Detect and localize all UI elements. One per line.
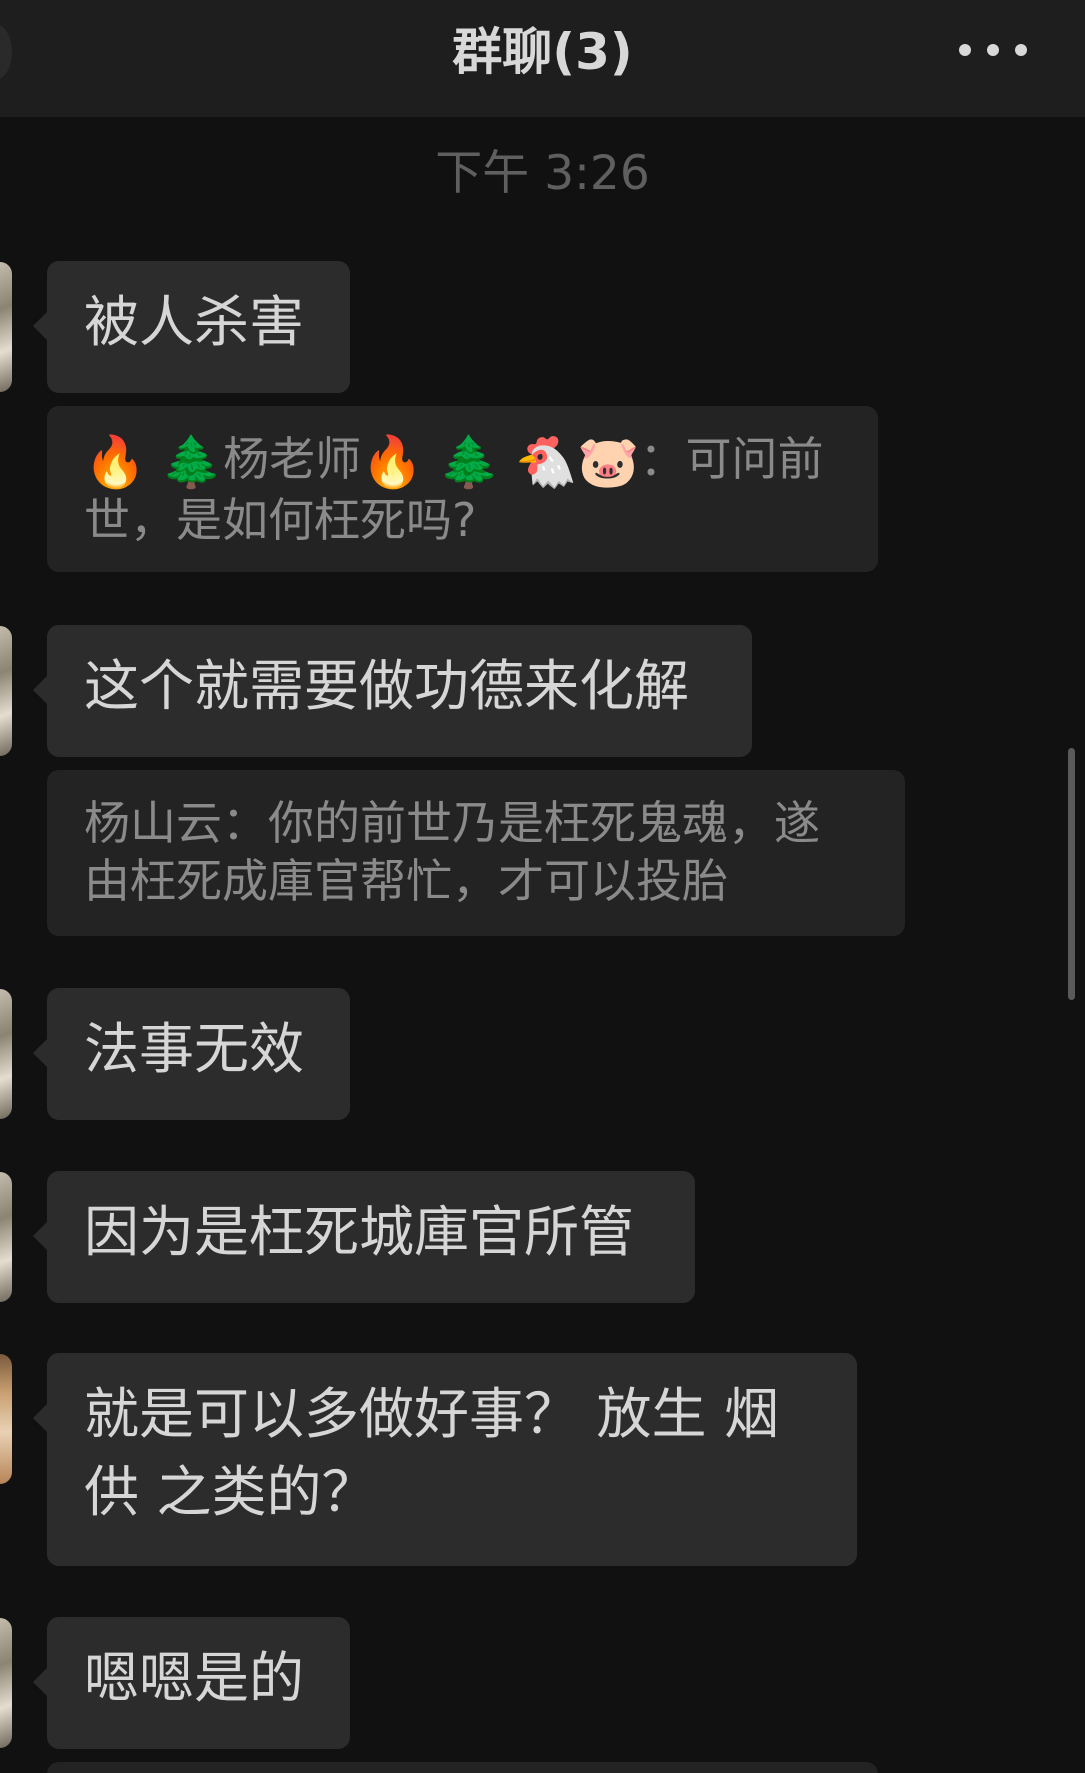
message-text: 这个就需要做功德来化解 [84, 654, 690, 718]
avatar[interactable] [0, 1172, 12, 1302]
avatar[interactable] [0, 626, 12, 756]
tree-emoji: 🌲 [438, 433, 501, 491]
message-bubble[interactable]: 因为是枉死城庫官所管 [33, 1171, 695, 1303]
tree-emoji: 🌲 [160, 433, 224, 491]
scrollbar[interactable] [1068, 748, 1075, 1000]
message-bubble[interactable]: 就是可以多做好事？ 放生 烟 供 之类的？ [33, 1353, 857, 1566]
message-text: 嗯嗯是的 [84, 1646, 305, 1710]
message-text-line-2: 供 之类的？ [84, 1460, 377, 1524]
message-text: 因为是枉死城庫官所管 [84, 1200, 635, 1264]
dot [987, 44, 999, 56]
message-bubble[interactable]: 法事无效 [33, 988, 350, 1120]
chat-screen: 群聊(3) 下午 3:26 被人杀害 🔥 🌲杨老师🔥 🌲 🐔🐷：可问前 世，是如… [0, 0, 1085, 1773]
quote-text: ：可问前 [639, 432, 824, 486]
message-text: 法事无效 [84, 1017, 305, 1081]
avatar[interactable] [0, 262, 12, 392]
dot [1015, 44, 1027, 56]
quote-line-1: 🔥 🌲杨老师🔥 🌲 🐔🐷：可问前 [84, 430, 842, 491]
message-bubble[interactable]: 嗯嗯是的 [33, 1617, 350, 1749]
pig-emoji: 🐷 [577, 433, 640, 491]
avatar[interactable] [0, 1618, 12, 1748]
quote-line-2: 由枉死成庫官帮忙，才可以投胎 [84, 854, 728, 908]
quoted-message[interactable]: 杨山云：你的前世乃是枉死鬼魂，遂 由枉死成庫官帮忙，才可以投胎 [47, 770, 905, 936]
chicken-emoji: 🐔 [514, 433, 578, 491]
quoted-message-partial [47, 1762, 878, 1773]
message-text: 被人杀害 [84, 290, 305, 354]
avatar[interactable] [0, 989, 12, 1119]
dot [959, 44, 971, 56]
fire-emoji: 🔥 [84, 433, 147, 491]
message-timestamp: 下午 3:26 [435, 146, 650, 201]
message-bubble[interactable]: 这个就需要做功德来化解 [33, 625, 752, 757]
fire-emoji: 🔥 [361, 433, 424, 491]
quote-line-2: 世，是如何枉死吗? [84, 493, 477, 547]
quoted-message[interactable]: 🔥 🌲杨老师🔥 🌲 🐔🐷：可问前 世，是如何枉死吗? [47, 406, 878, 572]
chat-title: 群聊(3) [452, 23, 633, 81]
avatar[interactable] [0, 1354, 12, 1484]
more-dots-icon[interactable] [959, 40, 1027, 60]
quote-author-name: 杨老师 [223, 432, 362, 486]
message-text-line-1: 就是可以多做好事？ 放生 烟 [84, 1382, 779, 1446]
quote-line-1: 杨山云：你的前世乃是枉死鬼魂，遂 [84, 796, 820, 850]
message-bubble[interactable]: 被人杀害 [33, 261, 350, 393]
chat-header: 群聊(3) [0, 0, 1085, 117]
